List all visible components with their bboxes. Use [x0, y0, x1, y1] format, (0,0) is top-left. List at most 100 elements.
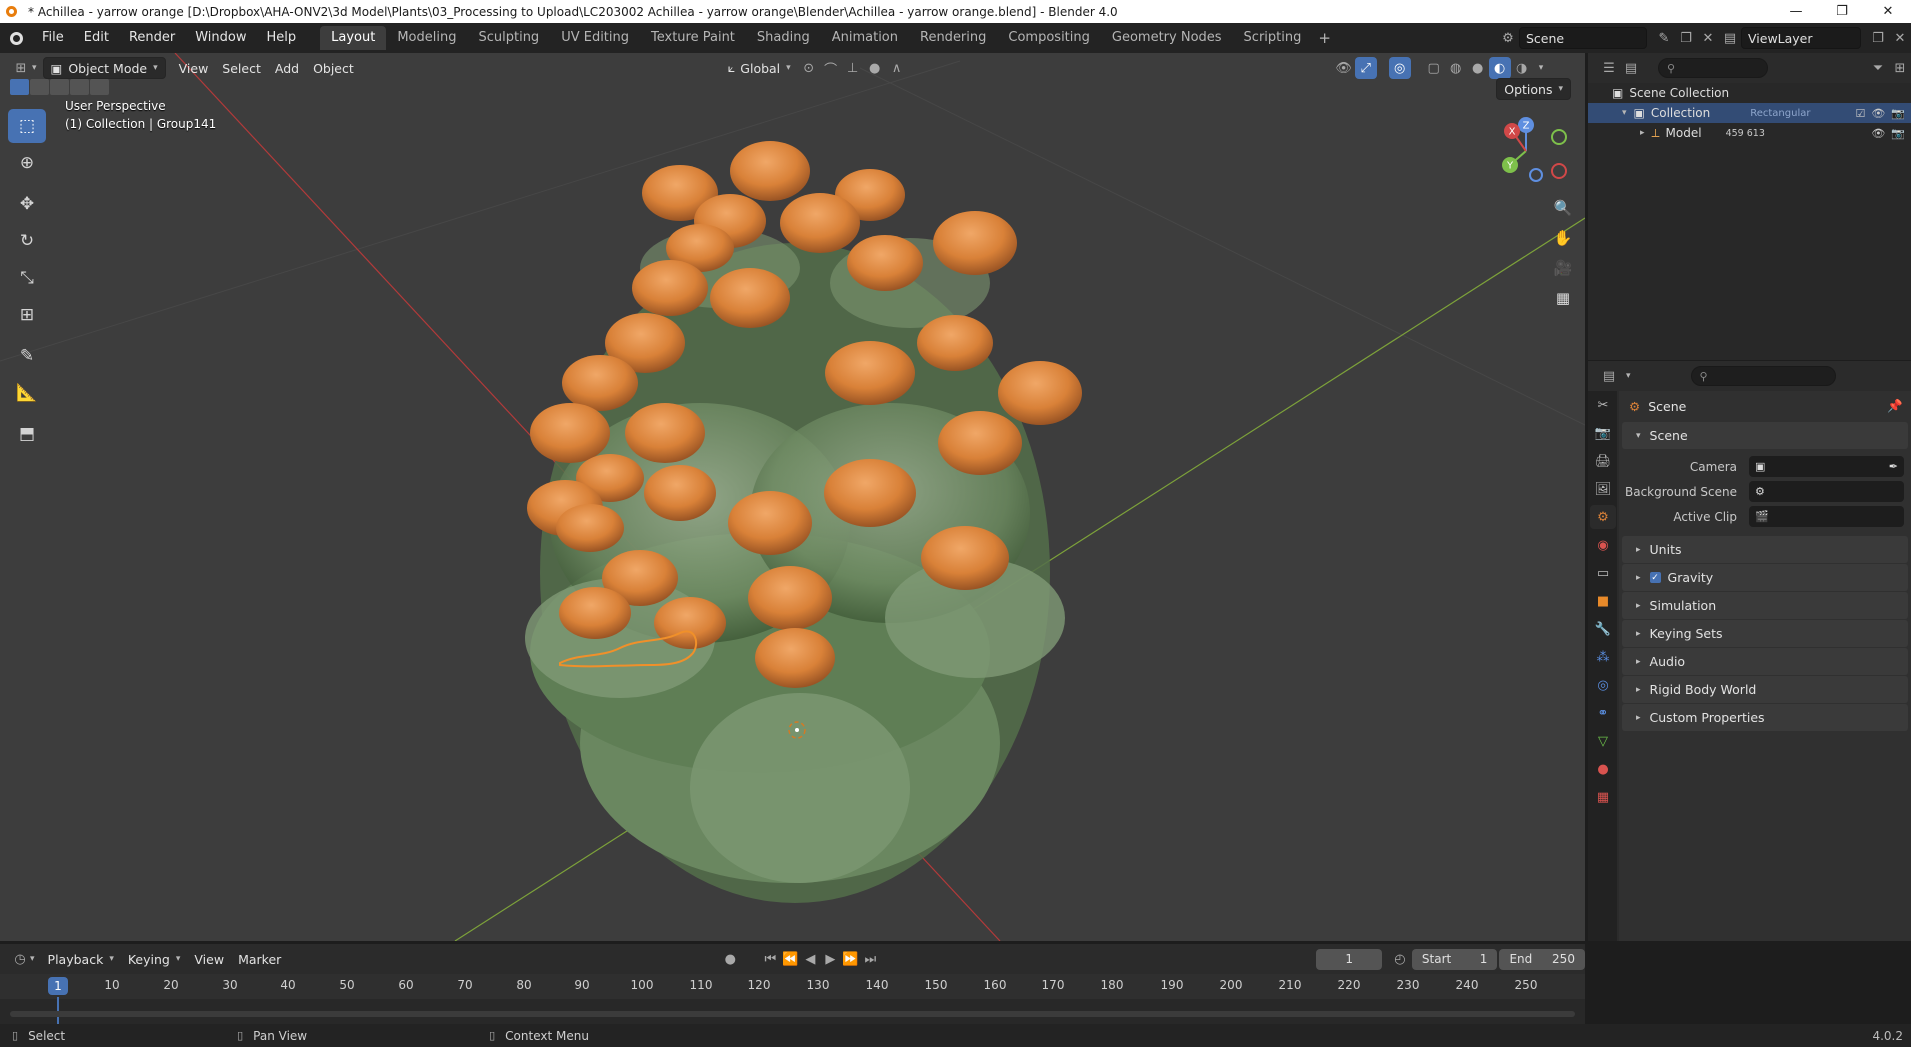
outliner-scene-collection[interactable]: ▣ Scene Collection	[1588, 83, 1911, 103]
marker-menu[interactable]: Marker	[231, 948, 288, 970]
tab-scripting[interactable]: Scripting	[1233, 26, 1313, 50]
delete-scene-icon[interactable]: ✕	[1697, 27, 1719, 49]
wireframe-shading-icon[interactable]: ◍	[1445, 57, 1467, 79]
annotate-tool-icon[interactable]: ✎	[8, 339, 46, 373]
pin-icon[interactable]: 📌	[1887, 398, 1903, 414]
chevron-down-icon[interactable]: ▾	[1626, 371, 1631, 381]
scene-tab-icon[interactable]: ⚙	[1590, 505, 1616, 529]
overlays-toggle-icon[interactable]: ◎	[1388, 57, 1411, 79]
viewport-menu-object[interactable]: Object	[306, 57, 361, 79]
keying-menu[interactable]: Keying ▾	[121, 948, 188, 970]
record-icon[interactable]: ●	[720, 948, 740, 970]
measure-tool-icon[interactable]: 📐	[8, 376, 46, 410]
texture-tab-icon[interactable]: ▦	[1590, 785, 1616, 809]
scene-browse-icon[interactable]: ⚙	[1497, 27, 1519, 49]
scale-tool-icon[interactable]: ⤡	[8, 261, 46, 295]
gizmo-neg-y-axis[interactable]	[1551, 129, 1567, 145]
viewlayer-browse-icon[interactable]: ▤	[1719, 27, 1741, 49]
play-reverse-icon[interactable]: ◀	[800, 948, 820, 970]
jump-to-start-icon[interactable]: ⏮	[760, 948, 780, 970]
keying-sets-panel-header[interactable]: ▸ Keying Sets	[1622, 620, 1908, 647]
jump-to-end-icon[interactable]: ⏭	[860, 948, 880, 970]
custom-properties-panel-header[interactable]: ▸ Custom Properties	[1622, 704, 1908, 731]
output-tab-icon[interactable]: 🖨	[1590, 449, 1616, 473]
menu-edit[interactable]: Edit	[74, 23, 119, 53]
select-subtract-icon[interactable]	[50, 79, 69, 95]
units-panel-header[interactable]: ▸ Units	[1622, 536, 1908, 563]
navigation-gizmo[interactable]: Z X Y	[1498, 115, 1568, 185]
collection-tab-icon[interactable]: ▭	[1590, 561, 1616, 585]
add-cube-tool-icon[interactable]: ⬒	[8, 417, 46, 451]
maximize-button[interactable]: ❐	[1819, 0, 1865, 23]
new-viewlayer-icon[interactable]: ❐	[1867, 27, 1889, 49]
gravity-panel-header[interactable]: ▸ ✓ Gravity	[1622, 564, 1908, 591]
preview-range-icon[interactable]: ◴	[1390, 948, 1410, 970]
camera-field[interactable]: ▣ ✒	[1749, 456, 1904, 477]
new-scene-icon[interactable]: ❐	[1675, 27, 1697, 49]
tab-rendering[interactable]: Rendering	[909, 26, 997, 50]
tab-uv-editing[interactable]: UV Editing	[550, 26, 640, 50]
particles-tab-icon[interactable]: ⁂	[1590, 645, 1616, 669]
scene-selector[interactable]: Scene	[1519, 27, 1647, 49]
pivot-point-icon[interactable]: ⊙	[798, 57, 820, 79]
tab-geometry-nodes[interactable]: Geometry Nodes	[1101, 26, 1233, 50]
rigid-body-world-panel-header[interactable]: ▸ Rigid Body World	[1622, 676, 1908, 703]
viewlayer-selector[interactable]: ViewLayer	[1741, 27, 1861, 49]
timeline-view-menu[interactable]: View	[187, 948, 231, 970]
outliner-model-row[interactable]: ▸ ⟂ Model 459 613 👁 📷	[1588, 123, 1911, 143]
tool-tab-icon[interactable]: ✂	[1590, 393, 1616, 417]
camera-icon[interactable]: 📷	[1891, 127, 1905, 140]
audio-panel-header[interactable]: ▸ Audio	[1622, 648, 1908, 675]
filter-icon[interactable]: ⏷	[1867, 57, 1889, 79]
chevron-down-icon[interactable]: ▾	[30, 954, 35, 964]
material-tab-icon[interactable]: ●	[1590, 757, 1616, 781]
snap-target-icon[interactable]: ⊥	[842, 57, 864, 79]
add-workspace-button[interactable]: +	[1312, 29, 1337, 47]
blender-menu-icon[interactable]	[0, 23, 32, 53]
outliner-editor-type-icon[interactable]: ☰	[1598, 57, 1620, 79]
select-invert-icon[interactable]	[70, 79, 89, 95]
active-clip-field[interactable]: 🎬	[1749, 506, 1904, 527]
eye-icon[interactable]: 👁	[1871, 127, 1885, 140]
modifier-tab-icon[interactable]: 🔧	[1590, 617, 1616, 641]
timeline-editor-type-icon[interactable]: ◷	[10, 948, 30, 970]
menu-window[interactable]: Window	[185, 23, 256, 53]
constraints-tab-icon[interactable]: ⚭	[1590, 701, 1616, 725]
background-scene-field[interactable]: ⚙	[1749, 481, 1904, 502]
pan-hand-icon[interactable]: ✋	[1550, 225, 1576, 251]
tab-shading[interactable]: Shading	[746, 26, 821, 50]
gizmo-toggle-icon[interactable]: ⤢	[1354, 57, 1377, 79]
select-box-tool-icon[interactable]: ⬚	[8, 109, 46, 143]
tab-texture-paint[interactable]: Texture Paint	[640, 26, 746, 50]
close-button[interactable]: ✕	[1865, 0, 1911, 23]
start-frame-field[interactable]: Start 1	[1411, 948, 1498, 970]
outliner-search-input[interactable]: ⚲	[1658, 58, 1768, 78]
timeline-scrollbar[interactable]	[10, 1011, 1575, 1017]
camera-view-icon[interactable]: 🎥	[1550, 255, 1576, 281]
display-mode-icon[interactable]: ▤	[1620, 57, 1642, 79]
gizmo-neg-z-axis[interactable]	[1529, 168, 1543, 182]
current-frame-field[interactable]: 1	[1316, 948, 1382, 970]
rotate-tool-icon[interactable]: ↻	[8, 224, 46, 258]
jump-to-keyframe-back-icon[interactable]: ⏪	[780, 948, 800, 970]
view-layer-tab-icon[interactable]: 🖼	[1590, 477, 1616, 501]
properties-search-input[interactable]: ⚲	[1690, 366, 1836, 386]
collapse-arrow-icon[interactable]: ▾	[1622, 108, 1627, 118]
menu-render[interactable]: Render	[119, 23, 185, 53]
object-mode-dropdown[interactable]: ▣ Object Mode ▾	[42, 57, 166, 79]
menu-file[interactable]: File	[32, 23, 74, 53]
delete-viewlayer-icon[interactable]: ✕	[1889, 27, 1911, 49]
end-frame-field[interactable]: End 250	[1499, 948, 1585, 970]
falloff-icon[interactable]: ∧	[886, 57, 908, 79]
scene-panel-header[interactable]: ▾ Scene	[1622, 422, 1908, 449]
viewport-menu-select[interactable]: Select	[215, 57, 268, 79]
tab-compositing[interactable]: Compositing	[997, 26, 1101, 50]
eyedropper-icon[interactable]: ✒	[1889, 460, 1898, 473]
3d-viewport[interactable]: ⊞ ▾ ▣ Object Mode ▾ View Select Add Obje…	[0, 53, 1585, 941]
viewport-menu-add[interactable]: Add	[268, 57, 306, 79]
eye-icon[interactable]: 👁	[1871, 107, 1885, 120]
menu-help[interactable]: Help	[257, 23, 307, 53]
zoom-icon[interactable]: 🔍	[1550, 195, 1576, 221]
tab-modeling[interactable]: Modeling	[386, 26, 467, 50]
tab-animation[interactable]: Animation	[821, 26, 909, 50]
